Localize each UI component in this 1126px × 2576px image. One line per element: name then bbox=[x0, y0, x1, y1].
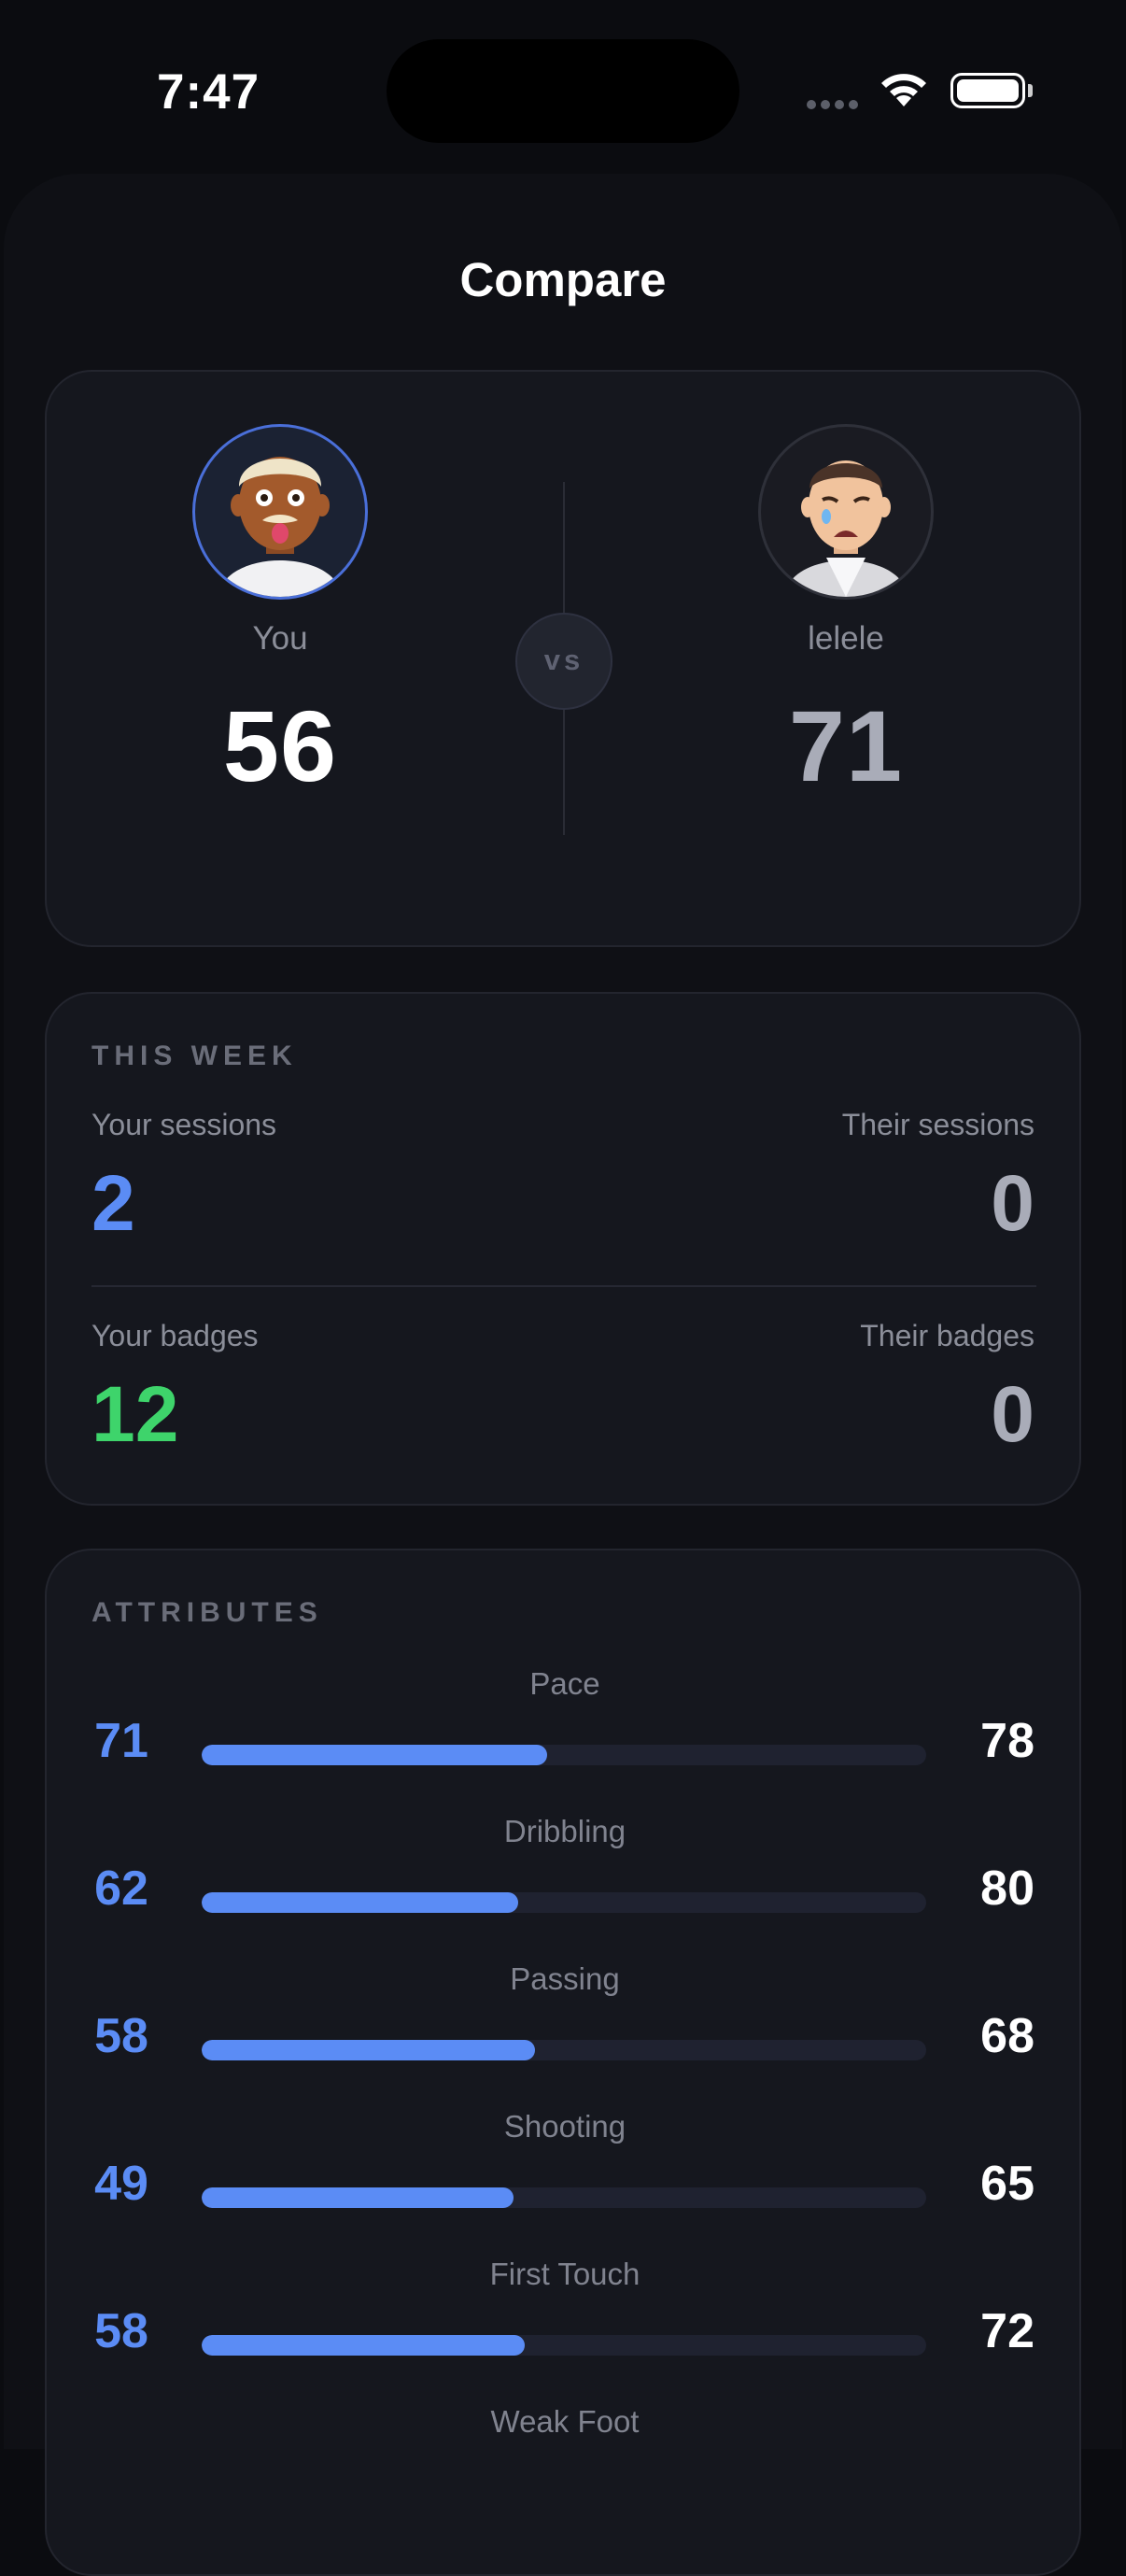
avatar-you[interactable] bbox=[192, 424, 368, 600]
attribute-value-you: 49 bbox=[94, 2157, 148, 2211]
attribute-name: Weak Foot bbox=[490, 2404, 640, 2439]
section-label-attributes: ATTRIBUTES bbox=[91, 1597, 323, 1628]
attribute-row-first-touch: First Touch 58 72 bbox=[47, 2257, 1083, 2404]
their-sessions-value: 0 bbox=[991, 1159, 1035, 1247]
your-badges-value: 12 bbox=[91, 1370, 179, 1458]
status-time: 7:47 bbox=[157, 64, 260, 120]
your-sessions-value: 2 bbox=[91, 1159, 135, 1247]
your-sessions-label: Your sessions bbox=[91, 1108, 277, 1141]
attribute-name: Passing bbox=[510, 1961, 620, 1996]
attribute-value-you: 58 bbox=[94, 2304, 148, 2358]
vs-badge: vs bbox=[515, 613, 612, 710]
attribute-name: Dribbling bbox=[503, 1814, 626, 1848]
attribute-bar-fill bbox=[202, 2335, 526, 2356]
attribute-value-you: 58 bbox=[94, 2009, 148, 2063]
attributes-card: ATTRIBUTES Pace 71 78 Dribbling 62 80 Pa… bbox=[45, 1549, 1081, 2576]
player-score-them: 71 bbox=[788, 689, 904, 802]
attribute-bar bbox=[202, 2040, 926, 2060]
player-name-you: You bbox=[252, 620, 308, 657]
attribute-bar bbox=[202, 1892, 926, 1913]
attribute-row-shooting: Shooting 49 65 bbox=[47, 2109, 1083, 2257]
section-label-this-week: THIS WEEK bbox=[91, 1040, 298, 1071]
attribute-bar-fill bbox=[202, 1745, 548, 1765]
dynamic-island bbox=[387, 39, 739, 143]
player-score-you: 56 bbox=[222, 689, 338, 802]
page-title: Compare bbox=[459, 253, 667, 306]
attribute-bar bbox=[202, 1745, 926, 1765]
attribute-value-you: 62 bbox=[94, 1861, 148, 1916]
your-badges-label: Your badges bbox=[91, 1319, 259, 1352]
attribute-bar-fill bbox=[202, 2040, 535, 2060]
attribute-row-dribbling: Dribbling 62 80 bbox=[47, 1814, 1083, 1961]
their-sessions-label: Their sessions bbox=[841, 1108, 1035, 1141]
battery-icon bbox=[950, 73, 1025, 108]
this-week-card: THIS WEEK Your sessions Their sessions 2… bbox=[45, 992, 1081, 1506]
cellular-signal-icon bbox=[807, 97, 863, 114]
attribute-bar bbox=[202, 2335, 926, 2356]
attribute-value-them: 65 bbox=[980, 2157, 1035, 2211]
attribute-bar-fill bbox=[202, 1892, 519, 1913]
attribute-bar bbox=[202, 2187, 926, 2208]
attribute-name: First Touch bbox=[489, 2257, 640, 2291]
compare-card: You lelele 56 71 vs bbox=[45, 370, 1081, 947]
status-bar: 7:47 bbox=[0, 0, 1126, 177]
attribute-row-pace: Pace 71 78 bbox=[47, 1666, 1083, 1814]
attribute-name: Shooting bbox=[503, 2109, 626, 2144]
attribute-row-weak-foot: Weak Foot bbox=[47, 2404, 1083, 2552]
battery-tip bbox=[1028, 84, 1033, 97]
attribute-value-them: 80 bbox=[980, 1861, 1035, 1916]
attribute-bar-fill bbox=[202, 2187, 514, 2208]
divider bbox=[91, 1285, 1036, 1287]
avatar-them[interactable] bbox=[758, 424, 934, 600]
attribute-row-passing: Passing 58 68 bbox=[47, 1961, 1083, 2109]
player-avatar-icon bbox=[218, 457, 342, 597]
player-name-them: lelele bbox=[808, 620, 884, 657]
attribute-value-you: 71 bbox=[94, 1714, 148, 1768]
player-avatar-icon bbox=[784, 460, 908, 597]
their-badges-value: 0 bbox=[991, 1370, 1035, 1458]
wifi-icon bbox=[881, 74, 926, 106]
attribute-name: Pace bbox=[529, 1666, 600, 1701]
attribute-value-them: 72 bbox=[980, 2304, 1035, 2358]
their-badges-label: Their badges bbox=[860, 1319, 1035, 1352]
attribute-value-them: 68 bbox=[980, 2009, 1035, 2063]
attribute-value-them: 78 bbox=[980, 1714, 1035, 1768]
